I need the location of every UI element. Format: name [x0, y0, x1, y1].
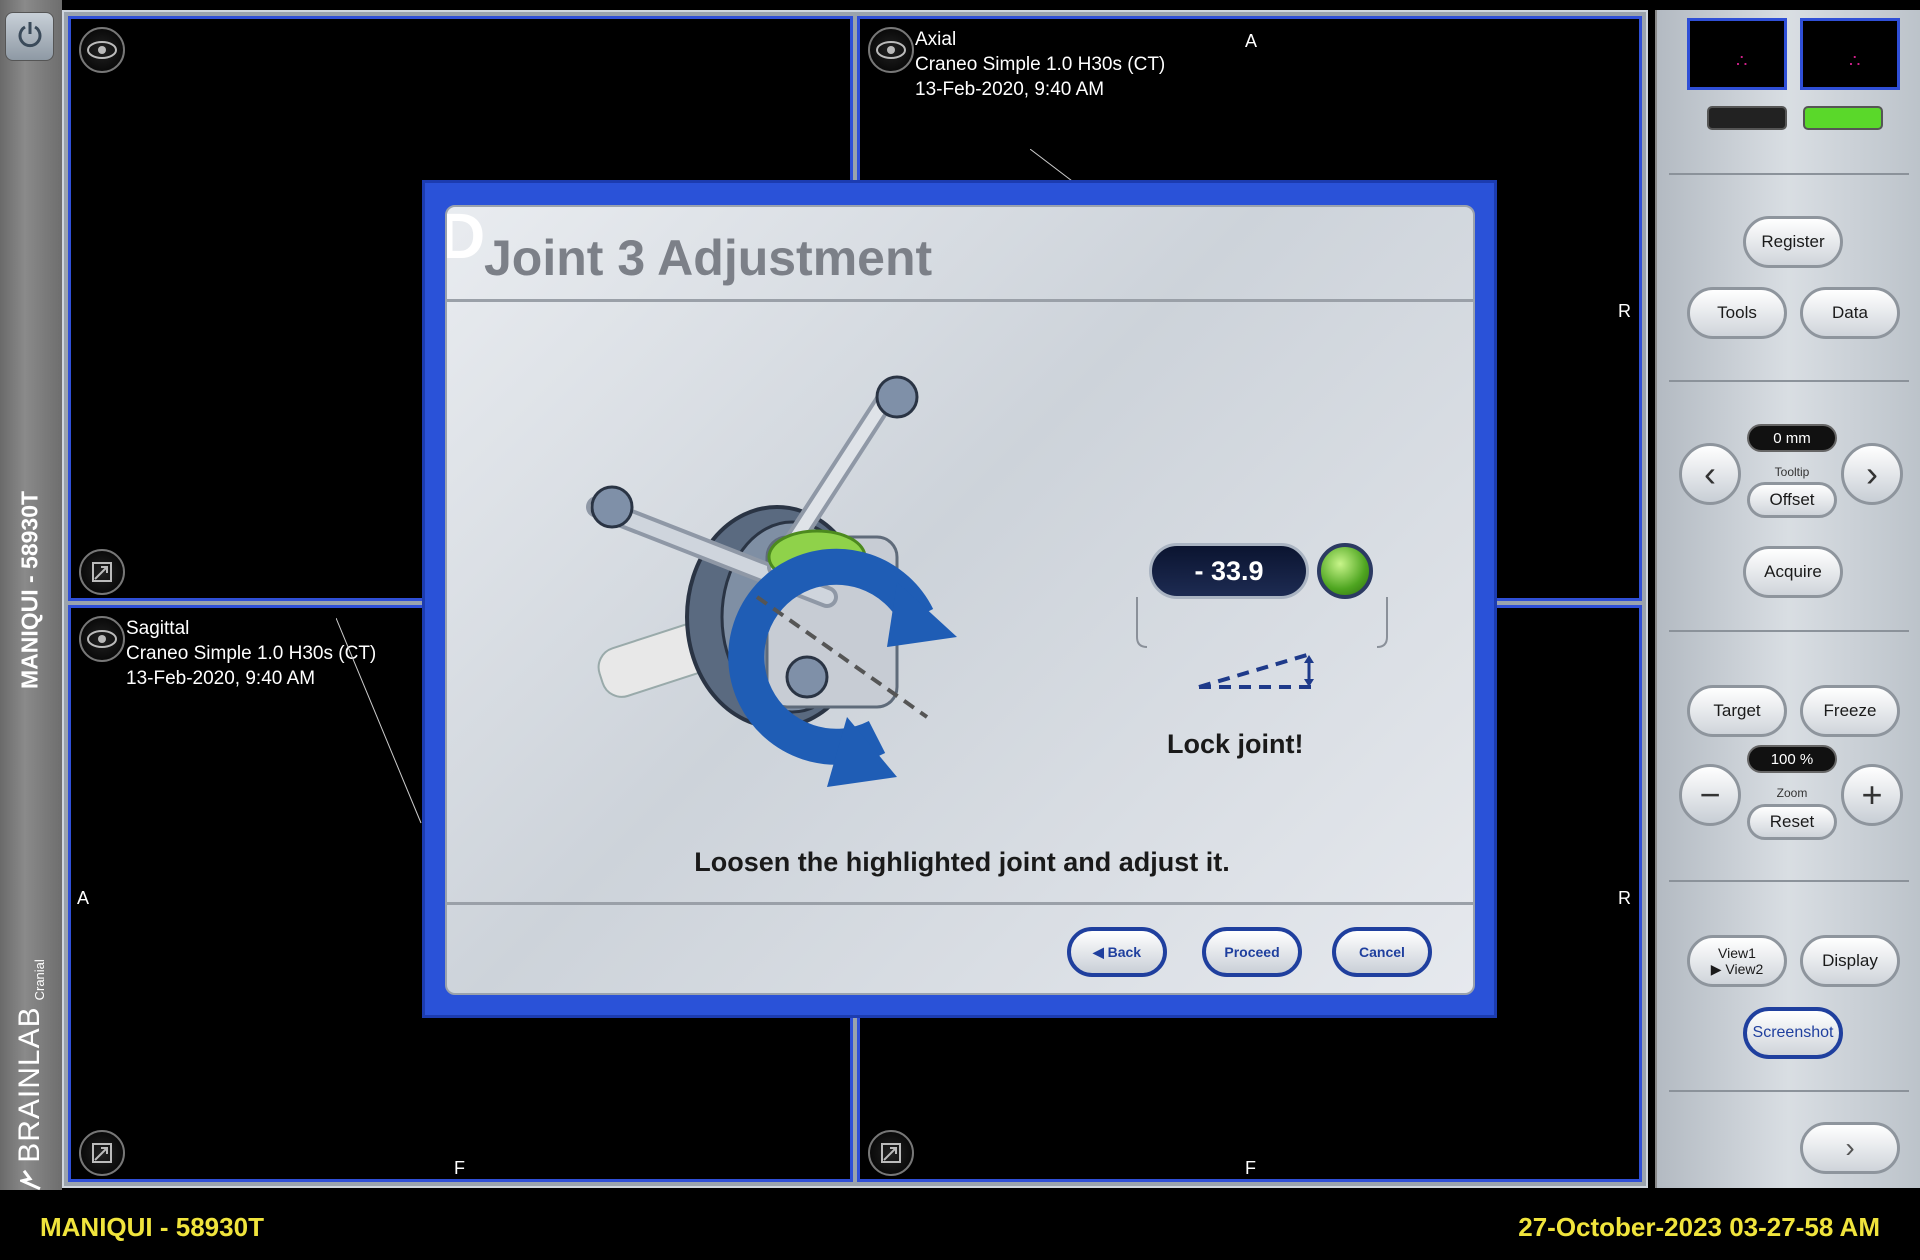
screenshot-button[interactable]: Screenshot	[1743, 1007, 1843, 1059]
footer-divider	[447, 902, 1473, 905]
panel-divider	[1669, 1090, 1909, 1092]
orientation-label-right: R	[1618, 888, 1631, 908]
joint-illustration	[586, 375, 957, 787]
zoom-out-button[interactable]: −	[1679, 764, 1741, 826]
view-thumbnail-1[interactable]: ∴	[1687, 18, 1787, 90]
orientation-label-left: A	[77, 888, 90, 908]
status-bar: MANIQUI - 58930T 27-October-2023 03-27-5…	[0, 1196, 1920, 1260]
freeze-button[interactable]: Freeze	[1800, 685, 1900, 737]
expand-icon[interactable]	[79, 1130, 125, 1176]
orientation-label-top: A	[1245, 31, 1258, 51]
measurement-line	[336, 618, 422, 824]
panel-divider	[1669, 173, 1909, 175]
display-button[interactable]: Display	[1800, 935, 1900, 987]
brand-logo: BRAINLAB Cranial	[13, 959, 47, 1191]
chevron-right-icon: ›	[1845, 1132, 1855, 1163]
data-button[interactable]: Data	[1800, 287, 1900, 339]
power-icon	[15, 19, 45, 54]
left-sidebar: MANIQUI - 58930T BRAINLAB Cranial	[0, 0, 62, 1191]
expand-icon[interactable]	[868, 1130, 914, 1176]
acquire-button[interactable]: Acquire	[1743, 546, 1843, 598]
dialog-body: D Joint 3 Adjustment - 33.9	[445, 205, 1475, 995]
proceed-button[interactable]: Proceed	[1202, 927, 1302, 977]
offset-decrease-button[interactable]: ‹	[1679, 443, 1741, 505]
brand-subtitle: Cranial	[32, 959, 47, 1001]
date-time: 27-October-2023 03-27-58 AM	[1518, 1212, 1880, 1242]
eye-icon[interactable]	[868, 27, 914, 73]
zoom-reset-button[interactable]: Reset	[1747, 804, 1837, 840]
tracking-markers-icon: ∴	[1849, 51, 1861, 71]
tracking-status-bar-1	[1707, 106, 1787, 130]
brand-name: BRAINLAB	[13, 1006, 46, 1163]
zoom-label: Zoom	[1776, 786, 1808, 800]
view-toggle-button[interactable]: View1 ▶ View2	[1687, 935, 1787, 987]
tools-button[interactable]: Tools	[1687, 287, 1787, 339]
offset-readout: 0 mm	[1747, 424, 1837, 452]
right-control-panel: ∴ ∴ Register Tools Data ‹ 0 mm Tooltip O…	[1655, 10, 1920, 1188]
target-button[interactable]: Target	[1687, 685, 1787, 737]
panel-divider	[1669, 380, 1909, 382]
next-button[interactable]: ›	[1800, 1122, 1900, 1174]
view-toggle-line2: ▶ View2	[1710, 961, 1764, 977]
pane-date: 13-Feb-2020, 9:40 AM	[915, 79, 1105, 100]
orientation-label-right: R	[1618, 301, 1631, 321]
patient-id: MANIQUI - 58930T	[40, 1212, 264, 1242]
eye-icon[interactable]	[79, 616, 125, 662]
register-button[interactable]: Register	[1743, 216, 1843, 268]
back-button[interactable]: ◀ Back	[1067, 927, 1167, 977]
panel-divider	[1669, 630, 1909, 632]
eye-icon[interactable]	[79, 27, 125, 73]
tooltip-label: Tooltip	[1774, 465, 1810, 479]
zoom-in-button[interactable]: +	[1841, 764, 1903, 826]
panel-divider	[1669, 880, 1909, 882]
pane-series: Craneo Simple 1.0 H30s (CT)	[915, 54, 1166, 75]
lock-joint-label: Lock joint!	[1167, 729, 1304, 759]
brand-mark-icon	[17, 1169, 47, 1191]
expand-icon[interactable]	[79, 549, 125, 595]
patient-id-vertical: MANIQUI - 58930T	[16, 490, 43, 690]
joint-adjustment-dialog: D Joint 3 Adjustment - 33.9	[422, 180, 1497, 1018]
power-button[interactable]	[5, 12, 54, 61]
title-divider	[447, 299, 1473, 302]
view-thumbnail-2[interactable]: ∴	[1800, 18, 1900, 90]
axial-info: Axial Craneo Simple 1.0 H30s (CT) 13-Feb…	[915, 27, 1165, 102]
plus-icon: +	[1861, 774, 1883, 815]
tracking-markers-icon: ∴	[1736, 51, 1748, 71]
angle-diagram	[1136, 597, 1388, 689]
instruction-text: Loosen the highlighted joint and adjust …	[694, 847, 1230, 877]
dialog-title: Joint 3 Adjustment	[484, 230, 933, 286]
cancel-button[interactable]: Cancel	[1332, 927, 1432, 977]
orientation-label-bottom: F	[454, 1158, 465, 1178]
chevron-left-icon: ‹	[1704, 453, 1716, 494]
chevron-right-icon: ›	[1866, 453, 1878, 494]
offset-increase-button[interactable]: ›	[1841, 443, 1903, 505]
step-letter: D	[447, 207, 485, 273]
tracking-status-bar-2	[1803, 106, 1883, 130]
view-toggle-line1: View1	[1718, 945, 1756, 961]
offset-button[interactable]: Offset	[1747, 482, 1837, 518]
orientation-label-bottom: F	[1245, 1158, 1256, 1178]
zoom-readout: 100 %	[1747, 745, 1837, 773]
minus-icon: −	[1699, 774, 1721, 815]
pane-name: Axial	[915, 29, 957, 50]
